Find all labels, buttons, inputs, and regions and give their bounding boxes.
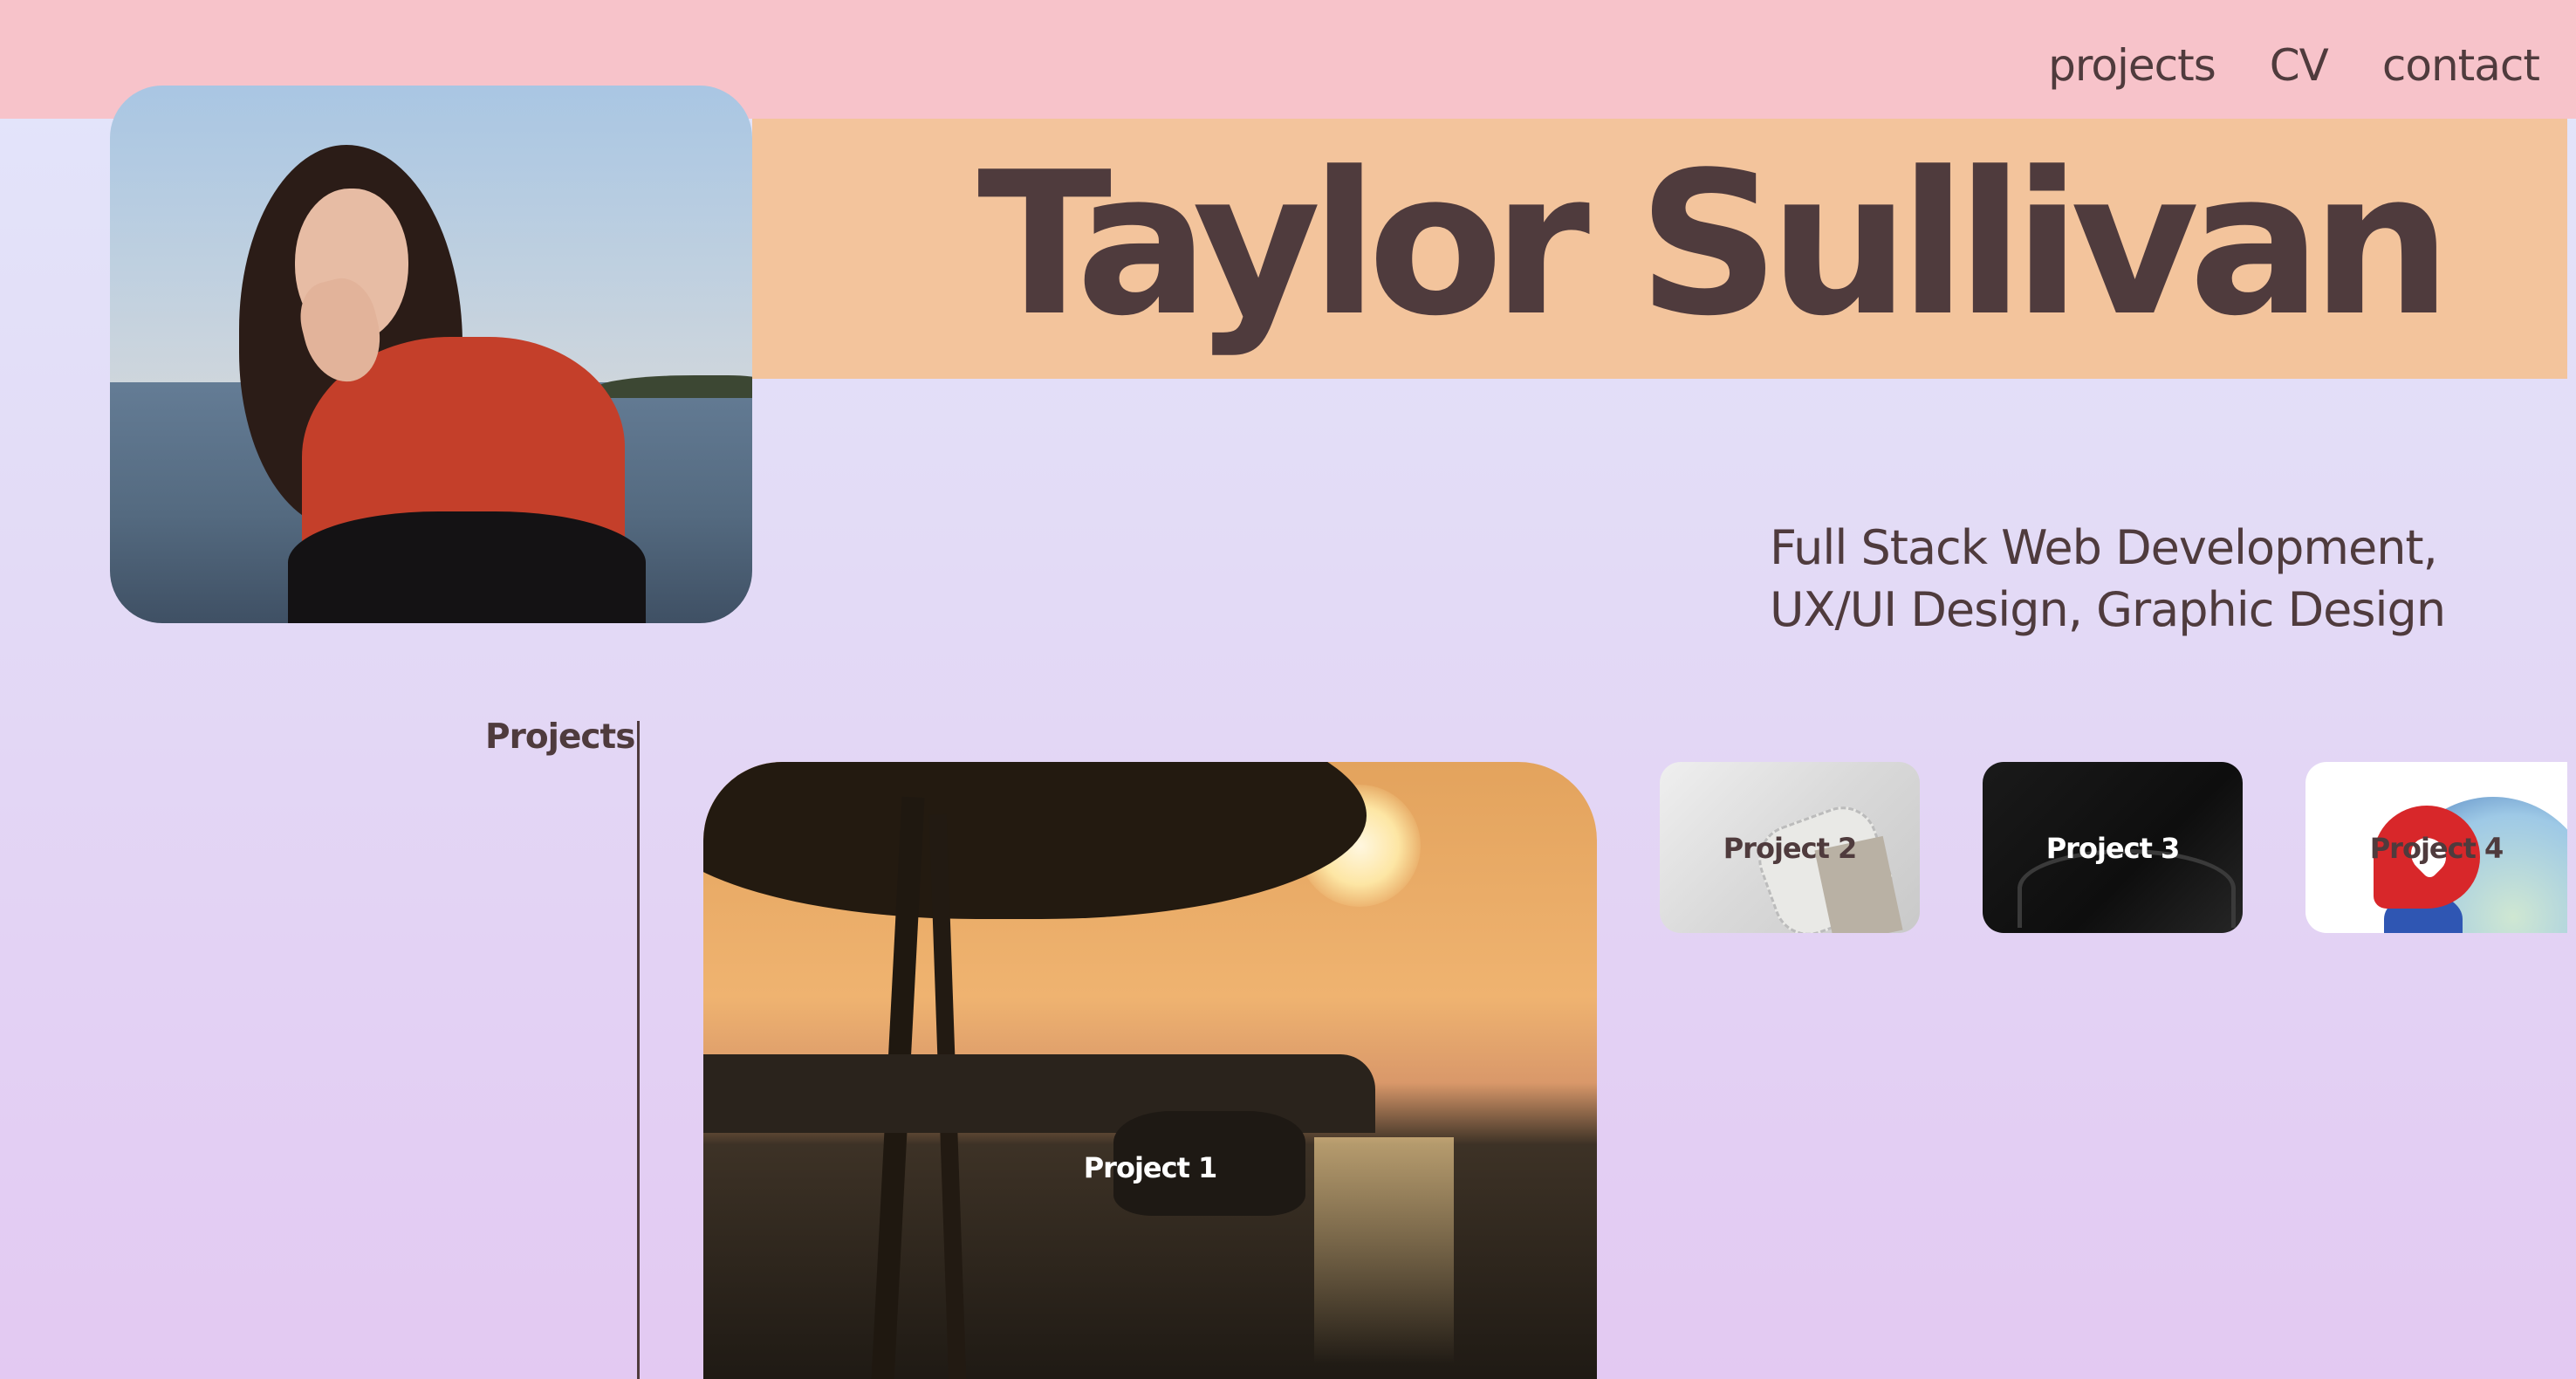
nav-projects-link[interactable]: projects — [2048, 40, 2216, 91]
project-card-label: Project 3 — [2045, 832, 2181, 865]
tree-canopy-image — [703, 762, 1367, 919]
project-card-label: Project 2 — [1723, 832, 1858, 865]
main-nav: projects CV contact — [2048, 40, 2540, 91]
nav-cv-link[interactable]: CV — [2270, 40, 2329, 91]
projects-heading: Projects — [485, 717, 635, 757]
project-card-3[interactable]: Project 3 — [1983, 762, 2243, 933]
project-card-label: Project 1 — [1083, 1151, 1218, 1184]
project-card-1[interactable]: Project 1 — [703, 762, 1597, 1379]
project-card-label: Project 4 — [2369, 832, 2504, 865]
role-subtitle: Full Stack Web Development, UX/UI Design… — [1770, 520, 2446, 637]
project-card-4[interactable]: Project 4 — [2305, 762, 2567, 933]
projects-divider — [637, 721, 640, 1379]
project-card-2[interactable]: Project 2 — [1660, 762, 1920, 933]
photo-pants — [288, 511, 646, 623]
page-title: Taylor Sullivan — [977, 130, 2452, 360]
nav-contact-link[interactable]: contact — [2382, 40, 2540, 91]
profile-photo — [110, 86, 752, 623]
